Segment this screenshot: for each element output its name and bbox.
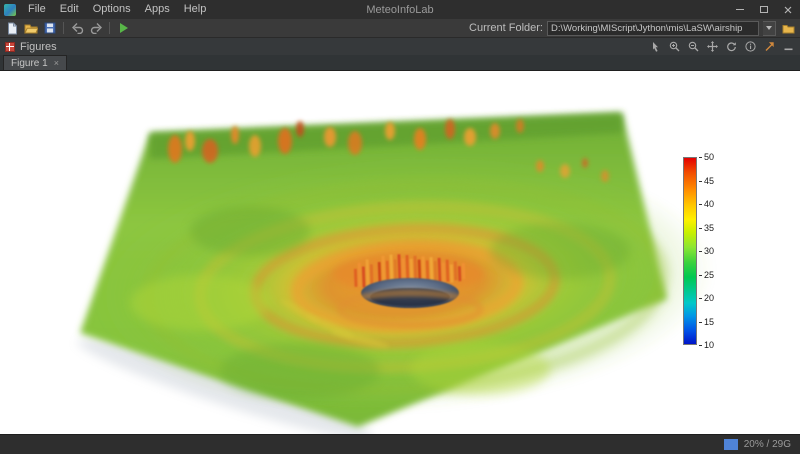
menu-options[interactable]: Options bbox=[86, 0, 138, 19]
menu-edit[interactable]: Edit bbox=[53, 0, 86, 19]
memory-usage-text: 20% / 29G bbox=[743, 439, 791, 450]
toolbar-separator bbox=[63, 22, 64, 34]
current-folder-dropdown-button[interactable] bbox=[763, 20, 776, 36]
window-title: MeteoInfoLab bbox=[366, 3, 434, 16]
browse-folder-icon bbox=[782, 24, 794, 33]
tab-close-button[interactable]: × bbox=[54, 58, 59, 68]
minimize-button[interactable] bbox=[728, 0, 752, 19]
zoom-out-button[interactable] bbox=[687, 40, 700, 53]
float-panel-button[interactable] bbox=[763, 40, 776, 53]
undo-button[interactable] bbox=[69, 21, 85, 36]
redo-button[interactable] bbox=[88, 21, 104, 36]
current-folder-label: Current Folder: bbox=[469, 22, 543, 34]
identify-button[interactable] bbox=[744, 40, 757, 53]
maximize-button[interactable] bbox=[752, 0, 776, 19]
app-logo-icon bbox=[4, 3, 16, 16]
figure-area: 50 45 40 35 30 25 20 15 10 bbox=[0, 71, 800, 440]
main-toolbar: Current Folder: D:\Working\MIScript\Jyth… bbox=[0, 19, 800, 38]
figure-tools bbox=[649, 40, 795, 53]
open-folder-icon bbox=[24, 24, 38, 34]
current-folder-area: Current Folder: D:\Working\MIScript\Jyth… bbox=[469, 20, 796, 36]
tab-label: Figure 1 bbox=[11, 57, 48, 69]
menu-file[interactable]: File bbox=[21, 0, 53, 19]
menu-apps[interactable]: Apps bbox=[138, 0, 177, 19]
run-icon bbox=[119, 23, 128, 33]
select-tool-button[interactable] bbox=[649, 40, 662, 53]
new-script-button[interactable] bbox=[4, 21, 20, 36]
pan-tool-button[interactable] bbox=[706, 40, 719, 53]
open-button[interactable] bbox=[23, 21, 39, 36]
close-icon bbox=[784, 6, 792, 13]
app-window: File Edit Options Apps Help MeteoInfoLab bbox=[0, 0, 800, 454]
minimize-panel-button[interactable] bbox=[782, 40, 795, 53]
run-button[interactable] bbox=[115, 21, 131, 36]
window-controls bbox=[728, 0, 800, 19]
current-folder-value: D:\Working\MIScript\Jython\mis\LaSW\airs… bbox=[551, 22, 743, 34]
figures-panel-title: Figures bbox=[20, 40, 57, 53]
redo-icon bbox=[90, 23, 102, 34]
zoom-in-icon bbox=[669, 41, 680, 52]
rotate-icon bbox=[727, 42, 736, 52]
figures-panel-header: Figures bbox=[0, 38, 800, 55]
title-bar: File Edit Options Apps Help MeteoInfoLab bbox=[0, 0, 800, 19]
chevron-down-icon bbox=[766, 26, 772, 30]
new-script-icon bbox=[7, 22, 17, 34]
minimize-icon bbox=[736, 9, 744, 10]
current-folder-combobox[interactable]: D:\Working\MIScript\Jython\mis\LaSW\airs… bbox=[547, 20, 759, 36]
figures-panel-icon bbox=[5, 41, 15, 52]
menu-help[interactable]: Help bbox=[177, 0, 214, 19]
close-button[interactable] bbox=[776, 0, 800, 19]
save-icon bbox=[44, 22, 56, 34]
rotate-tool-button[interactable] bbox=[725, 40, 738, 53]
browse-folder-button[interactable] bbox=[780, 21, 796, 36]
figure-tab-bar: Figure 1 × bbox=[0, 55, 800, 71]
pan-icon bbox=[707, 41, 718, 52]
select-arrow-icon bbox=[653, 42, 658, 52]
save-button[interactable] bbox=[42, 21, 58, 36]
zoom-in-button[interactable] bbox=[668, 40, 681, 53]
status-bar: 20% / 29G bbox=[0, 434, 800, 454]
figure-canvas[interactable] bbox=[0, 71, 800, 440]
volume-render bbox=[77, 113, 715, 440]
maximize-icon bbox=[760, 6, 768, 13]
memory-indicator-icon bbox=[723, 439, 738, 450]
info-icon bbox=[745, 41, 756, 52]
toolbar-separator bbox=[109, 22, 110, 34]
undo-icon bbox=[71, 23, 83, 34]
minimize-panel-icon bbox=[784, 48, 793, 51]
zoom-out-icon bbox=[688, 41, 699, 52]
tab-figure-1[interactable]: Figure 1 × bbox=[3, 55, 67, 70]
float-arrow-icon bbox=[765, 42, 774, 51]
